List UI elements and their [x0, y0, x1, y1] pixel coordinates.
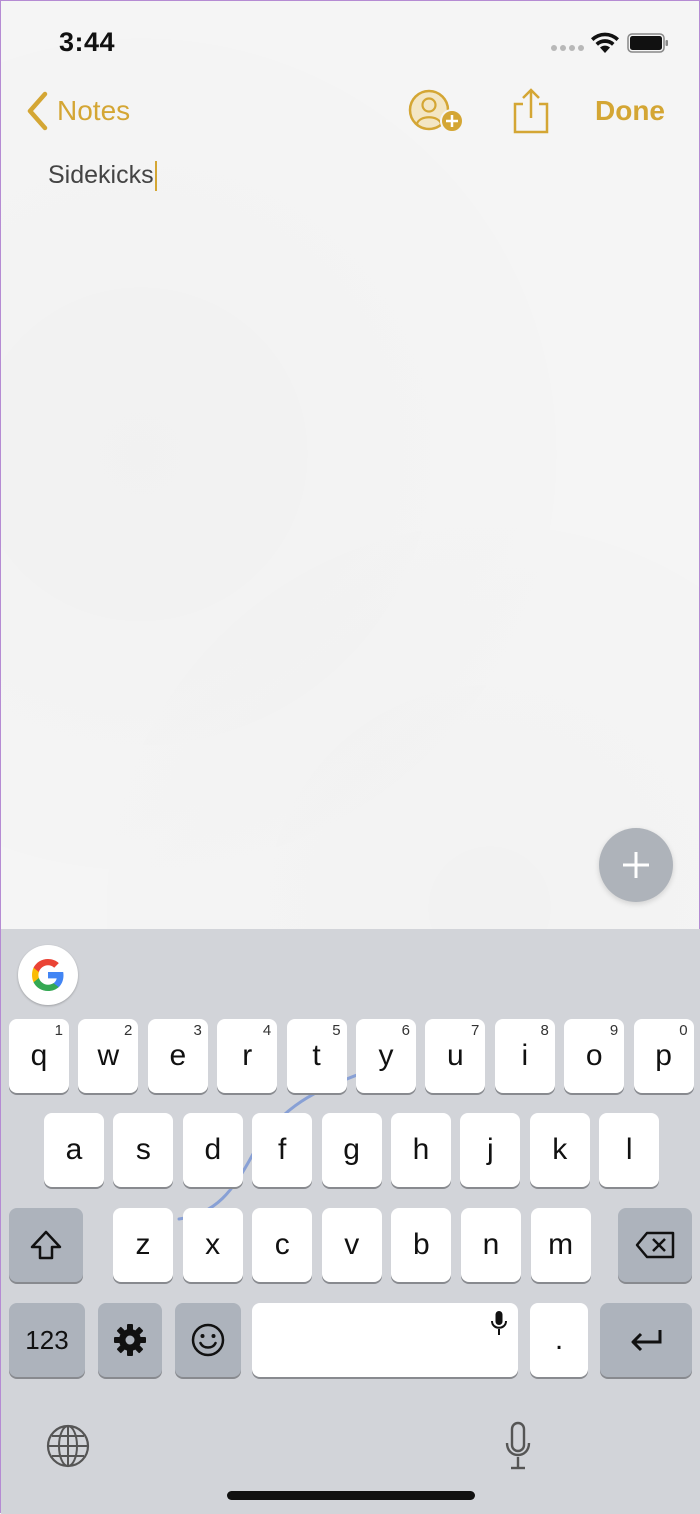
shift-key[interactable] [9, 1208, 83, 1282]
key-label: m [548, 1228, 574, 1261]
key-l[interactable]: l [599, 1113, 660, 1187]
key-g[interactable]: g [321, 1113, 382, 1187]
key-label: o [585, 1039, 603, 1072]
note-text: Sidekicks [48, 161, 154, 189]
done-button[interactable]: Done [595, 95, 665, 127]
home-indicator [227, 1491, 475, 1500]
key-s[interactable]: s [113, 1113, 174, 1187]
emoji-key[interactable] [175, 1303, 241, 1377]
key-a[interactable]: a [44, 1113, 104, 1187]
add-person-icon[interactable] [407, 88, 465, 136]
key-number-hint: 8 [540, 1022, 549, 1039]
key-label: t [312, 1039, 321, 1072]
key-label: i [521, 1039, 529, 1072]
key-y[interactable]: y6 [356, 1019, 416, 1093]
backspace-icon [635, 1231, 675, 1259]
key-c[interactable]: c [252, 1208, 313, 1282]
key-number-hint: 6 [401, 1022, 410, 1039]
emoji-icon [191, 1323, 225, 1357]
key-label: n [482, 1228, 500, 1261]
notes-screen: 3:44 Notes Done Sidekicks 123 . q 1 w 2 … [0, 0, 700, 1514]
key-label: a [65, 1133, 83, 1166]
key-number-hint: 5 [332, 1022, 341, 1039]
key-z[interactable]: z [113, 1208, 173, 1282]
key-j[interactable]: j [460, 1113, 521, 1187]
key-m[interactable]: m [530, 1208, 591, 1282]
back-label: Notes [57, 95, 131, 126]
key-number-hint: 4 [262, 1022, 272, 1039]
wifi-icon [591, 32, 619, 53]
cellular-signal-icon [551, 45, 584, 51]
key-label: l [625, 1133, 633, 1166]
key-label: p [655, 1039, 672, 1072]
key-label: w [97, 1039, 120, 1072]
globe-icon[interactable] [45, 1423, 91, 1469]
key-n[interactable]: n [461, 1208, 521, 1282]
battery-icon [627, 33, 668, 53]
key-label: d [204, 1133, 222, 1166]
period-key[interactable]: . [530, 1303, 588, 1377]
return-key[interactable] [600, 1303, 692, 1377]
key-number-hint: 7 [471, 1022, 480, 1039]
numbers-key[interactable]: 123 [9, 1303, 85, 1377]
key-label: g [343, 1133, 360, 1166]
key-label: z [135, 1228, 151, 1261]
gboard-keyboard: 1 2 3 . q 1 w 2 e 3 r 4 t 5 y 6 u 7 i 8 o … [1, 929, 700, 1514]
space-key[interactable] [252, 1303, 518, 1377]
back-button[interactable]: Notes [25, 91, 130, 131]
key-u[interactable]: u7 [425, 1019, 486, 1093]
key-label: k [552, 1133, 568, 1166]
key-number-hint: 1 [54, 1022, 63, 1039]
key-label: u [447, 1039, 464, 1072]
key-label: q [30, 1039, 48, 1072]
key-i[interactable]: i8 [494, 1019, 555, 1093]
key-d[interactable]: d [182, 1113, 243, 1187]
key-label: v [344, 1228, 360, 1261]
key-label: b [413, 1228, 430, 1261]
key-r[interactable]: r4 [217, 1019, 278, 1093]
key-number-hint: 3 [193, 1022, 202, 1039]
note-body[interactable]: Sidekicks [48, 161, 157, 192]
key-label: r [242, 1039, 253, 1072]
key-label: s [135, 1133, 151, 1166]
key-number-hint: 9 [609, 1022, 619, 1039]
key-number-hint: 2 [124, 1022, 133, 1039]
status-time: 3:44 [59, 27, 116, 57]
back-chevron-icon [27, 91, 48, 131]
dictation-mic-icon[interactable] [504, 1421, 532, 1471]
key-o[interactable]: o9 [564, 1019, 625, 1093]
key-v[interactable]: v [321, 1208, 382, 1282]
key-label: x [205, 1228, 221, 1261]
settings-key[interactable] [98, 1303, 162, 1377]
backspace-key[interactable] [618, 1208, 692, 1282]
key-label: h [412, 1133, 430, 1166]
key-q[interactable]: q1 [9, 1019, 69, 1093]
key-number-hint: 0 [679, 1022, 688, 1039]
google-icon [32, 959, 64, 991]
plus-icon [623, 852, 649, 878]
gear-icon [114, 1324, 146, 1356]
return-icon [631, 1330, 662, 1352]
key-b[interactable]: b [391, 1208, 452, 1282]
key-x[interactable]: x [182, 1208, 243, 1282]
share-icon[interactable] [511, 86, 551, 136]
key-label: e [169, 1039, 187, 1072]
key-h[interactable]: h [391, 1113, 451, 1187]
google-button[interactable] [18, 945, 78, 1005]
text-cursor [154, 161, 157, 192]
key-label: j [487, 1133, 494, 1166]
key-k[interactable]: k [529, 1113, 590, 1187]
key-t[interactable]: t5 [286, 1019, 347, 1093]
key-label: f [278, 1133, 287, 1166]
shift-icon [30, 1230, 62, 1260]
mic-icon [491, 1311, 507, 1335]
key-w[interactable]: w2 [78, 1019, 139, 1093]
key-e[interactable]: e3 [147, 1019, 208, 1093]
add-button[interactable] [599, 828, 673, 902]
key-p[interactable]: p0 [633, 1019, 694, 1093]
key-label: y [378, 1039, 394, 1072]
key-f[interactable]: f [252, 1113, 313, 1187]
key-label: c [274, 1228, 290, 1261]
